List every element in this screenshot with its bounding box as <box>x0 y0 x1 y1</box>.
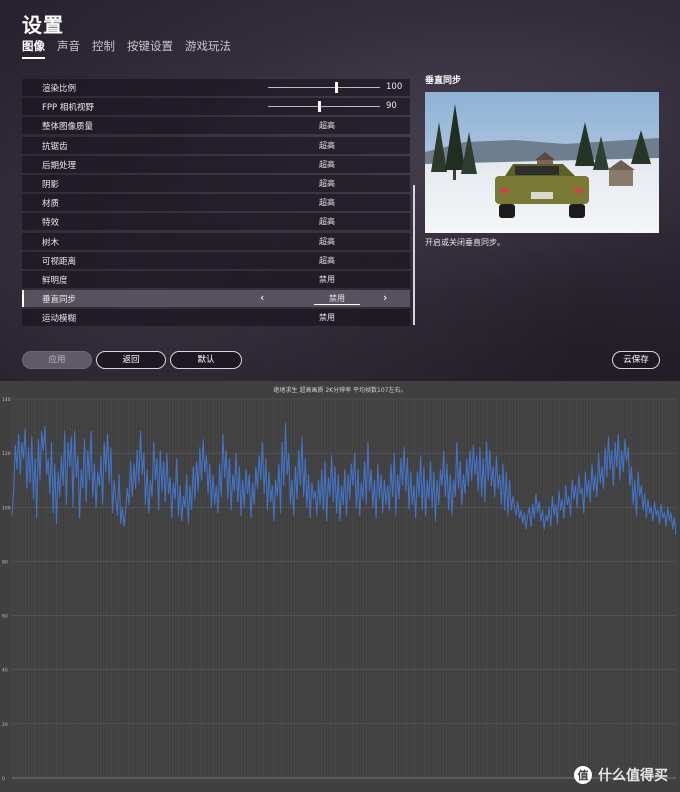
setting-value: 超高 <box>319 217 335 227</box>
tab-sound[interactable]: 声音 <box>57 38 80 59</box>
default-button[interactable]: 默认 <box>170 351 242 369</box>
y-tick-label: 80 <box>2 559 8 565</box>
setting-value: 超高 <box>319 159 335 169</box>
chevron-left-icon[interactable]: ‹ <box>260 291 264 304</box>
watermark-logo-icon: 值 <box>574 766 592 784</box>
chevron-right-icon[interactable]: › <box>383 291 387 304</box>
tab-bar: 图像 声音 控制 按键设置 游戏玩法 <box>22 38 231 59</box>
setting-row-fpp-fov[interactable]: FPP 相机视野 90 <box>22 98 410 116</box>
settings-list: 渲染比例 100 FPP 相机视野 90 整体图像质量 超高 抗锯齿 超高 后期… <box>22 79 410 328</box>
y-tick-label: 140 <box>2 397 11 403</box>
watermark: 值 什么值得买 <box>574 765 668 785</box>
setting-row-sharpen[interactable]: 鲜明度 禁用 <box>22 270 410 288</box>
setting-value: 超高 <box>319 140 335 150</box>
setting-value: 90 <box>386 101 397 112</box>
tab-graphics[interactable]: 图像 <box>22 38 45 59</box>
setting-label: 阴影 <box>42 179 60 190</box>
setting-value: 禁用 <box>319 313 335 323</box>
fps-line-chart: 0 20 40 60 80 100 120 140 <box>2 397 677 782</box>
setting-value: 禁用 <box>314 293 360 306</box>
y-tick-label: 60 <box>2 614 8 620</box>
y-tick-label: 0 <box>2 776 5 782</box>
setting-label: FPP 相机视野 <box>42 103 94 114</box>
tab-gameplay[interactable]: 游戏玩法 <box>185 38 231 59</box>
tab-key-bindings[interactable]: 按键设置 <box>127 38 173 59</box>
preview-scene-svg <box>425 92 659 233</box>
y-tick-label: 100 <box>2 505 11 511</box>
setting-label: 可视距离 <box>42 256 77 267</box>
setting-value: 禁用 <box>319 274 335 284</box>
setting-row-anti-aliasing[interactable]: 抗锯齿 超高 <box>22 136 410 154</box>
preview-description: 开启或关闭垂直同步。 <box>425 238 505 247</box>
setting-row-vsync[interactable]: 垂直同步 ‹ 禁用 › <box>22 290 410 308</box>
setting-label: 整体图像质量 <box>42 122 94 133</box>
setting-label: 渲染比例 <box>42 84 77 94</box>
setting-label: 抗锯齿 <box>42 141 68 152</box>
setting-row-textures[interactable]: 材质 超高 <box>22 194 410 212</box>
render-scale-slider-track[interactable] <box>268 87 380 88</box>
setting-row-view-distance[interactable]: 可视距离 超高 <box>22 251 410 269</box>
page-title: 设置 <box>22 13 64 37</box>
settings-scrollbar[interactable] <box>413 185 415 325</box>
setting-label: 垂直同步 <box>42 295 77 306</box>
preview-image <box>425 92 659 233</box>
setting-row-foliage[interactable]: 树木 超高 <box>22 232 410 250</box>
apply-button[interactable]: 应用 <box>22 351 92 369</box>
y-tick-label: 120 <box>2 451 11 457</box>
setting-label: 后期处理 <box>42 160 77 171</box>
tab-control[interactable]: 控制 <box>92 38 115 59</box>
setting-value: 超高 <box>319 121 335 131</box>
setting-row-overall-quality[interactable]: 整体图像质量 超高 <box>22 117 410 135</box>
setting-row-post-processing[interactable]: 后期处理 超高 <box>22 155 410 173</box>
back-button[interactable]: 返回 <box>96 351 166 369</box>
setting-row-effects[interactable]: 特效 超高 <box>22 213 410 231</box>
setting-value: 100 <box>386 82 403 92</box>
setting-value: 超高 <box>319 236 335 246</box>
setting-label: 运动模糊 <box>42 314 77 325</box>
cloud-save-button[interactable]: 云保存 <box>612 351 660 369</box>
y-tick-label: 40 <box>2 668 8 674</box>
settings-screen: 设置 图像 声音 控制 按键设置 游戏玩法 渲染比例 100 FPP 相机视野 … <box>0 0 680 381</box>
setting-value: 超高 <box>319 198 335 208</box>
fpp-fov-slider-track[interactable] <box>268 106 380 108</box>
setting-row-motion-blur[interactable]: 运动模糊 禁用 <box>22 309 410 327</box>
fps-chart-panel: 绝地求生 超高画质 2K分辨率 平均帧数107左右。 0 20 40 60 80 100 1… <box>0 381 680 792</box>
setting-label: 树木 <box>42 237 60 248</box>
preview-title: 垂直同步 <box>425 76 462 86</box>
watermark-text: 什么值得买 <box>598 768 668 784</box>
y-tick-label: 20 <box>2 722 8 728</box>
setting-row-render-scale[interactable]: 渲染比例 100 <box>22 79 410 96</box>
setting-value: 超高 <box>319 255 335 265</box>
setting-label: 材质 <box>42 199 60 210</box>
setting-value: 超高 <box>319 178 335 188</box>
fpp-fov-slider-thumb[interactable] <box>318 101 322 113</box>
setting-row-shadows[interactable]: 阴影 超高 <box>22 174 410 192</box>
setting-label: 鲜明度 <box>42 275 68 286</box>
setting-label: 特效 <box>42 218 60 229</box>
render-scale-slider-thumb[interactable] <box>335 82 339 93</box>
